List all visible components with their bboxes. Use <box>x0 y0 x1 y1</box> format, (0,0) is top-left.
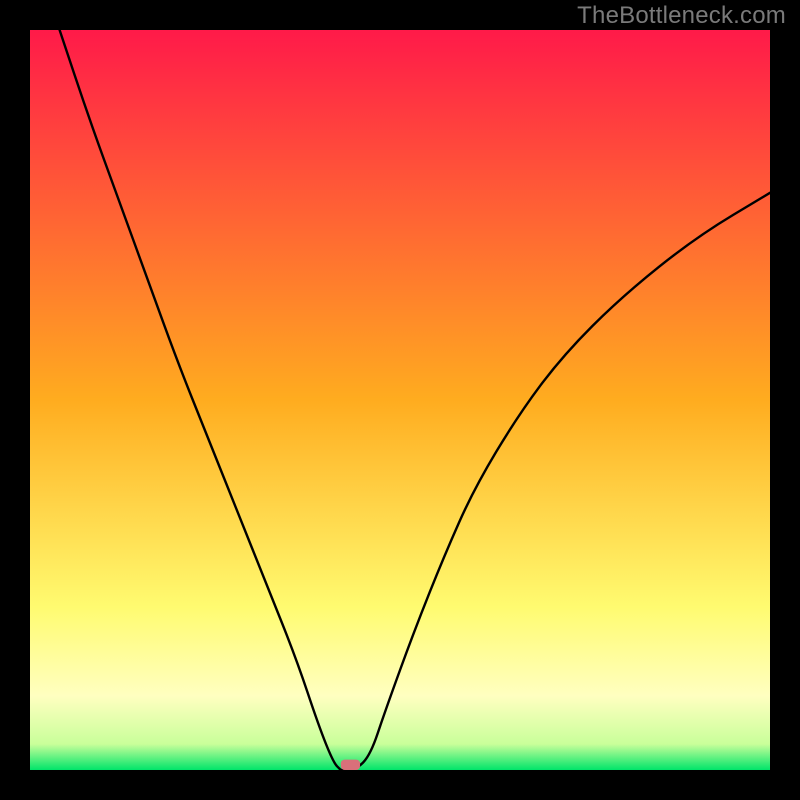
bottleneck-chart <box>30 30 770 770</box>
plot-background <box>30 30 770 770</box>
watermark-text: TheBottleneck.com <box>577 2 786 30</box>
optimum-marker <box>341 760 360 770</box>
chart-frame: TheBottleneck.com <box>0 0 800 800</box>
